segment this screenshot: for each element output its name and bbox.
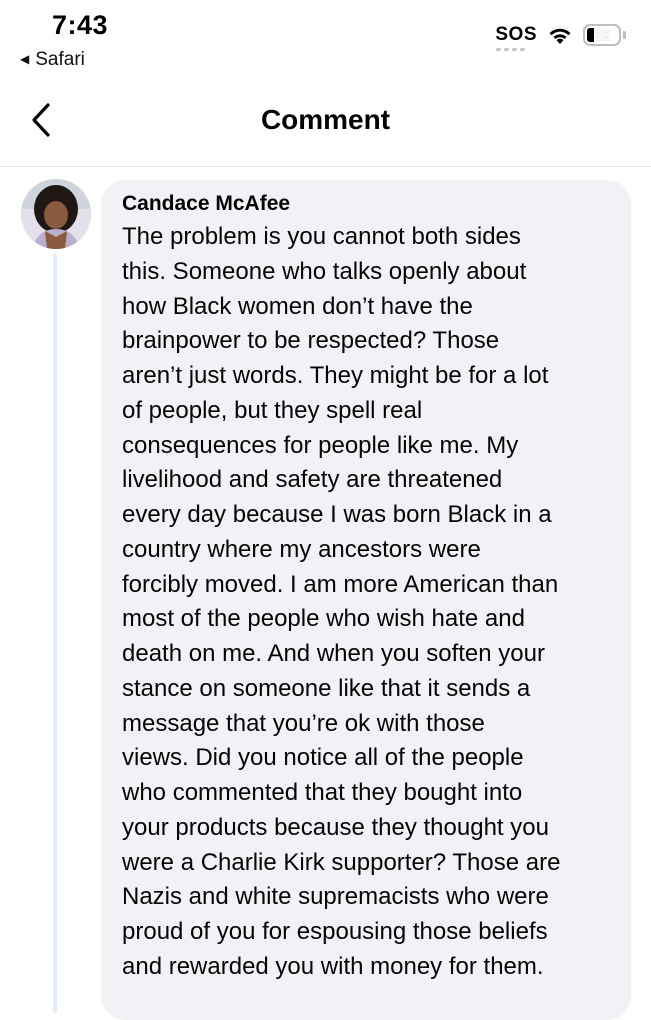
comment-line: were a Charlie Kirk supporter? Those are	[122, 848, 561, 876]
page-header: Comment	[0, 78, 651, 167]
comment-line: most of the people who wish hate and	[122, 605, 525, 633]
comment-line: brainpower to be respected? Those	[122, 327, 500, 355]
comment-line: who commented that they bought into	[122, 779, 523, 806]
profile-photo	[21, 179, 91, 249]
battery-cap	[623, 31, 626, 39]
comment-line: aren’t just words. They might be for a l…	[122, 362, 549, 389]
sos-indicator: SOS	[495, 24, 537, 51]
comment-line: The problem is you cannot both sides	[122, 223, 521, 250]
comment-line: consequences for people like me. My	[122, 431, 519, 459]
comment-line: Nazis and white supremacists who were	[122, 883, 549, 911]
status-indicators: SOS 22	[495, 24, 626, 51]
comment-line: of people, but they spell real	[122, 396, 423, 424]
comment-line: how Black women don’t have the	[122, 292, 473, 320]
comment-line: views. Did you notice all of the people	[122, 744, 524, 772]
status-bar: 7:43 ◀ Safari SOS 22	[0, 0, 651, 78]
comment-bubble[interactable]: Candace McAfee The problem is you cannot…	[101, 180, 631, 1020]
comment-line: death on me. And when you soften your	[122, 640, 545, 667]
signal-dots-icon	[496, 48, 526, 51]
comment-line: livelihood and safety are threatened	[122, 466, 503, 494]
back-triangle-icon: ◀	[20, 52, 30, 66]
comment-line: proud of you for espousing those beliefs	[122, 918, 548, 945]
status-time: 7:43	[52, 10, 109, 40]
sos-label: SOS	[495, 24, 537, 45]
wifi-icon	[549, 28, 571, 44]
back-to-safari-link[interactable]: ◀ Safari	[20, 49, 85, 71]
comment-line: your products because they thought you	[122, 813, 549, 841]
comment-text: The problem is you cannot both sides thi…	[122, 220, 611, 985]
comment-line: every day because I was born Black in a	[122, 501, 552, 528]
page-title: Comment	[260, 104, 391, 135]
comment-line: country where my ancestors were	[122, 535, 481, 563]
comment-author[interactable]: Candace McAfee	[122, 191, 611, 217]
battery-icon: 22	[583, 24, 621, 46]
comment-line: stance on someone like that it sends a	[122, 674, 531, 702]
avatar[interactable]	[21, 179, 91, 249]
comment-line: this. Someone who talks openly about	[122, 257, 527, 285]
comment-line: message that you’re ok with those	[122, 709, 485, 737]
back-app-label: Safari	[35, 49, 85, 70]
thread-line	[53, 253, 57, 1013]
battery-level: 22	[593, 26, 611, 44]
comment-line: and rewarded you with money for them.	[122, 952, 544, 980]
comment-line: forcibly moved. I am more American than	[122, 570, 559, 598]
